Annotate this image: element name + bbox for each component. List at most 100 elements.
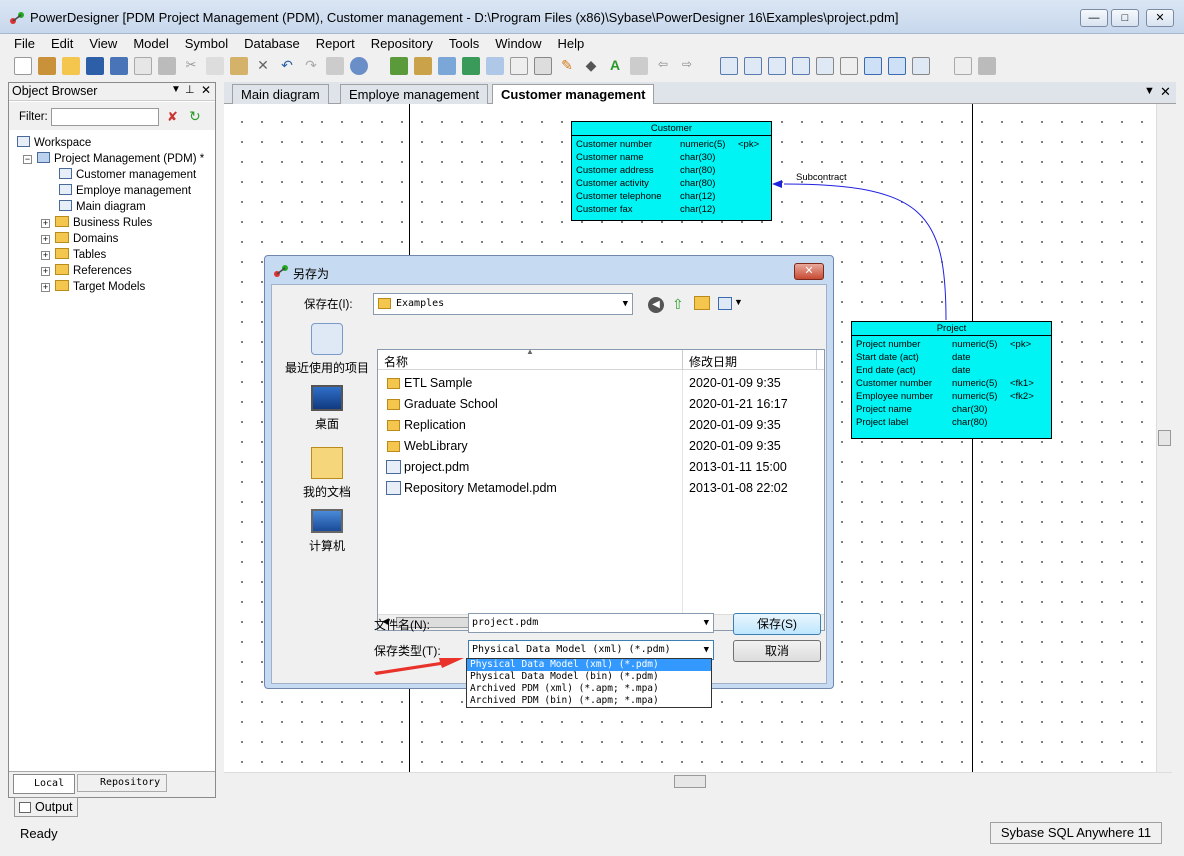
new-icon[interactable]: [14, 57, 32, 75]
compare-icon[interactable]: [414, 57, 432, 75]
model-icon[interactable]: [350, 57, 368, 75]
tree-folder-business-rules[interactable]: + Business Rules: [41, 215, 152, 231]
clear-filter-icon[interactable]: ✘: [167, 109, 178, 125]
filetype-option[interactable]: Physical Data Model (bin) (*.pdm): [467, 671, 711, 683]
text-icon[interactable]: A: [606, 57, 624, 75]
pin-icon[interactable]: ⊥: [185, 83, 195, 96]
back-icon[interactable]: ◀: [648, 297, 664, 313]
place-computer[interactable]: 计算机: [282, 509, 372, 554]
save-button[interactable]: 保存(S): [733, 613, 821, 635]
print-icon[interactable]: [158, 57, 176, 75]
tree-folder-domains[interactable]: + Domains: [41, 231, 118, 247]
tree-folder-tables[interactable]: + Tables: [41, 247, 106, 263]
expand-icon[interactable]: +: [41, 219, 50, 228]
expand-icon[interactable]: +: [41, 283, 50, 292]
close-button[interactable]: ✕: [1146, 9, 1174, 27]
file-row[interactable]: WebLibrary 2020-01-09 9:35: [378, 436, 824, 457]
check-model-icon[interactable]: [390, 57, 408, 75]
print-diagram-icon[interactable]: [978, 57, 996, 75]
back-icon[interactable]: ⇦: [654, 57, 672, 75]
tree-diagram-main[interactable]: Main diagram: [59, 199, 146, 215]
save-icon[interactable]: [86, 57, 104, 75]
tab-local[interactable]: Local: [13, 774, 75, 794]
align-right-icon[interactable]: [768, 57, 786, 75]
tree-diagram-customer[interactable]: Customer management: [59, 167, 196, 183]
entity-customer[interactable]: Customer Customer number numeric(5) <pk> C…: [571, 121, 772, 221]
align-icon[interactable]: [720, 57, 738, 75]
filetype-option[interactable]: Physical Data Model (xml) (*.pdm): [467, 659, 711, 671]
print-preview-icon[interactable]: [134, 57, 152, 75]
properties-icon[interactable]: [326, 57, 344, 75]
cut-icon[interactable]: ✂: [182, 57, 200, 75]
view-menu-icon[interactable]: [718, 297, 732, 310]
place-recent[interactable]: 最近使用的项目: [282, 323, 372, 376]
menu-database[interactable]: Database: [236, 34, 308, 54]
file-row[interactable]: Repository Metamodel.pdm 2013-01-08 22:02: [378, 478, 824, 499]
dialog-close-icon[interactable]: ✕: [794, 263, 824, 280]
zoom-icon[interactable]: [840, 57, 858, 75]
file-row[interactable]: Replication 2020-01-09 9:35: [378, 415, 824, 436]
paste-icon[interactable]: [230, 57, 248, 75]
place-documents[interactable]: 我的文档: [282, 447, 372, 500]
undo-icon[interactable]: ↶: [278, 57, 296, 75]
zoom-fit-icon[interactable]: [864, 57, 882, 75]
tree-project[interactable]: − Project Management (PDM) *: [23, 151, 204, 167]
menu-model[interactable]: Model: [125, 34, 176, 54]
tree-folder-target-models[interactable]: + Target Models: [41, 279, 145, 295]
filename-input[interactable]: project.pdm ▼: [468, 613, 714, 633]
tree-folder-references[interactable]: + References: [41, 263, 132, 279]
filetype-option[interactable]: Archived PDM (bin) (*.apm; *.mpa): [467, 695, 711, 707]
preview-icon[interactable]: [954, 57, 972, 75]
delete-icon[interactable]: ✕: [254, 57, 272, 75]
output-tab[interactable]: Output: [14, 797, 78, 817]
fill-icon[interactable]: ◆: [582, 57, 600, 75]
menu-edit[interactable]: Edit: [43, 34, 81, 54]
tab-employe-management[interactable]: Employe management: [340, 84, 489, 104]
copy-icon[interactable]: [206, 57, 224, 75]
filter-input[interactable]: [51, 108, 159, 126]
menu-window[interactable]: Window: [487, 34, 549, 54]
horizontal-scrollbar[interactable]: [224, 772, 1172, 790]
minimize-button[interactable]: —: [1080, 9, 1108, 27]
tree-diagram-employe[interactable]: Employe management: [59, 183, 191, 199]
expand-icon[interactable]: +: [41, 251, 50, 260]
refresh-filter-icon[interactable]: ↻: [189, 108, 201, 125]
grid-icon[interactable]: [534, 57, 552, 75]
save-all-icon[interactable]: [110, 57, 128, 75]
tab-list-icon[interactable]: ▼: [1144, 85, 1155, 97]
menu-symbol[interactable]: Symbol: [177, 34, 236, 54]
close-tab-icon[interactable]: ✕: [1160, 84, 1171, 100]
impact-icon[interactable]: [486, 57, 504, 75]
table-icon[interactable]: [912, 57, 930, 75]
up-folder-icon[interactable]: ⇧: [672, 296, 684, 313]
new-project-icon[interactable]: [38, 57, 56, 75]
file-row[interactable]: project.pdm 2013-01-11 15:00: [378, 457, 824, 478]
open-icon[interactable]: [62, 57, 80, 75]
place-desktop[interactable]: 桌面: [282, 385, 372, 432]
save-in-select[interactable]: Examples ▼: [373, 293, 633, 315]
filetype-option[interactable]: Archived PDM (xml) (*.apm; *.mpa): [467, 683, 711, 695]
merge-icon[interactable]: [438, 57, 456, 75]
tab-repository[interactable]: Repository: [77, 774, 167, 792]
file-list[interactable]: 名称 ▲ 修改日期 ETL Sample 2020-01-09 9:35 Grad…: [377, 347, 825, 631]
chevron-down-icon[interactable]: ▼: [734, 297, 743, 307]
menu-tools[interactable]: Tools: [441, 34, 487, 54]
list-icon[interactable]: [888, 57, 906, 75]
new-folder-icon[interactable]: [694, 296, 710, 310]
tab-main-diagram[interactable]: Main diagram: [232, 84, 329, 104]
format-icon[interactable]: [630, 57, 648, 75]
filetype-select[interactable]: Physical Data Model (xml) (*.pdm) ▼: [468, 640, 714, 660]
expand-icon[interactable]: +: [41, 235, 50, 244]
dropdown-icon[interactable]: ▼: [171, 84, 181, 95]
refresh-icon[interactable]: [462, 57, 480, 75]
menu-file[interactable]: File: [6, 34, 43, 54]
tab-customer-management[interactable]: Customer management: [492, 84, 655, 105]
vertical-scrollbar[interactable]: [1156, 104, 1172, 772]
menu-repository[interactable]: Repository: [363, 34, 441, 54]
select-icon[interactable]: [510, 57, 528, 75]
expand-icon[interactable]: +: [41, 267, 50, 276]
entity-project[interactable]: Project Project number numeric(5) <pk> Sta…: [851, 321, 1052, 439]
scroll-thumb[interactable]: [674, 775, 706, 788]
menu-view[interactable]: View: [81, 34, 125, 54]
pencil-icon[interactable]: ✎: [558, 57, 576, 75]
